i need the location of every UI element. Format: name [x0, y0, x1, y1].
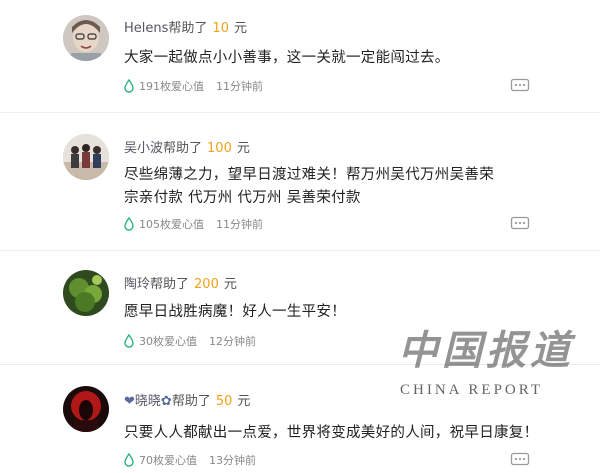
love-drop-icon	[124, 79, 134, 93]
comment-time: 11分钟前	[216, 218, 263, 231]
comment-time: 11分钟前	[216, 80, 263, 93]
watermark-en: CHINA REPORT	[400, 382, 544, 398]
donation-amount: 50	[215, 394, 233, 409]
donation-amount: 100	[207, 141, 232, 156]
donor-name-line: Helens帮助了 10 元	[124, 17, 247, 36]
currency-unit: 元	[237, 394, 251, 409]
watermark-cjk: 中国报道	[398, 327, 574, 374]
currency-unit: 元	[233, 21, 247, 36]
donor-name-line: ❤晓晓✿帮助了 50 元	[124, 390, 250, 409]
donation-amount: 10	[212, 21, 229, 36]
green-plant-avatar[interactable]	[63, 270, 109, 316]
currency-unit: 元	[223, 277, 237, 292]
love-drop-icon	[124, 453, 134, 467]
comment-reply-icon[interactable]	[510, 78, 530, 94]
love-value: 70枚爱心值	[139, 454, 197, 467]
comment-time: 13分钟前	[209, 454, 256, 467]
love-value: 191枚爱心值	[139, 80, 204, 93]
heart-symbol: ❤	[124, 394, 135, 409]
comment-time: 12分钟前	[209, 335, 256, 348]
donor-name[interactable]: 晓晓	[135, 394, 161, 409]
comment-meta: 70枚爱心值 13分钟前	[124, 452, 256, 468]
comment-reply-icon[interactable]	[510, 452, 530, 468]
love-value: 30枚爱心值	[139, 335, 197, 348]
donation-amount: 200	[194, 277, 219, 292]
love-value: 105枚爱心值	[139, 218, 204, 231]
divider	[0, 112, 600, 113]
comment-meta: 105枚爱心值 11分钟前	[124, 216, 263, 232]
comment-meta: 191枚爱心值 11分钟前	[124, 78, 263, 94]
comment-feed: Helens帮助了 10 元 大家一起做点小小善事，这一关就一定能闯过去。 191枚…	[0, 0, 600, 473]
child-portrait-avatar[interactable]	[63, 15, 109, 61]
donor-name[interactable]: 吴小波	[124, 141, 163, 156]
flower-symbol: ✿	[160, 394, 172, 409]
donor-name-line: 吴小波帮助了 100 元	[124, 137, 250, 156]
comment-meta: 30枚爱心值 12分钟前	[124, 333, 256, 349]
helped-label: 帮助了	[150, 277, 190, 292]
comment-message: 尽些绵薄之力，望早日渡过难关！帮万州吴代万州吴善荣宗亲付款 代万州 代万州 吴善…	[124, 167, 494, 206]
helped-label: 帮助了	[171, 394, 211, 409]
love-drop-icon	[124, 334, 134, 348]
helped-label: 帮助了	[163, 141, 203, 156]
comment-message: 只要人人都献出一点爱，世界将变成美好的人间，祝早日康复！	[124, 425, 539, 441]
donor-name[interactable]: 陶玲	[124, 277, 150, 292]
comment-message: 大家一起做点小小善事，这一关就一定能闯过去。	[124, 50, 450, 66]
helped-label: 帮助了	[168, 21, 208, 36]
donor-name[interactable]: Helens	[124, 21, 168, 36]
love-drop-icon	[124, 217, 134, 231]
china-report-watermark: 中国报道 CHINA REPORT	[392, 318, 570, 413]
currency-unit: 元	[236, 141, 250, 156]
divider	[0, 250, 600, 251]
family-photo-avatar[interactable]	[63, 134, 109, 180]
red-dark-avatar[interactable]	[63, 386, 109, 432]
donor-name-line: 陶玲帮助了 200 元	[124, 273, 237, 292]
comment-reply-icon[interactable]	[510, 216, 530, 232]
